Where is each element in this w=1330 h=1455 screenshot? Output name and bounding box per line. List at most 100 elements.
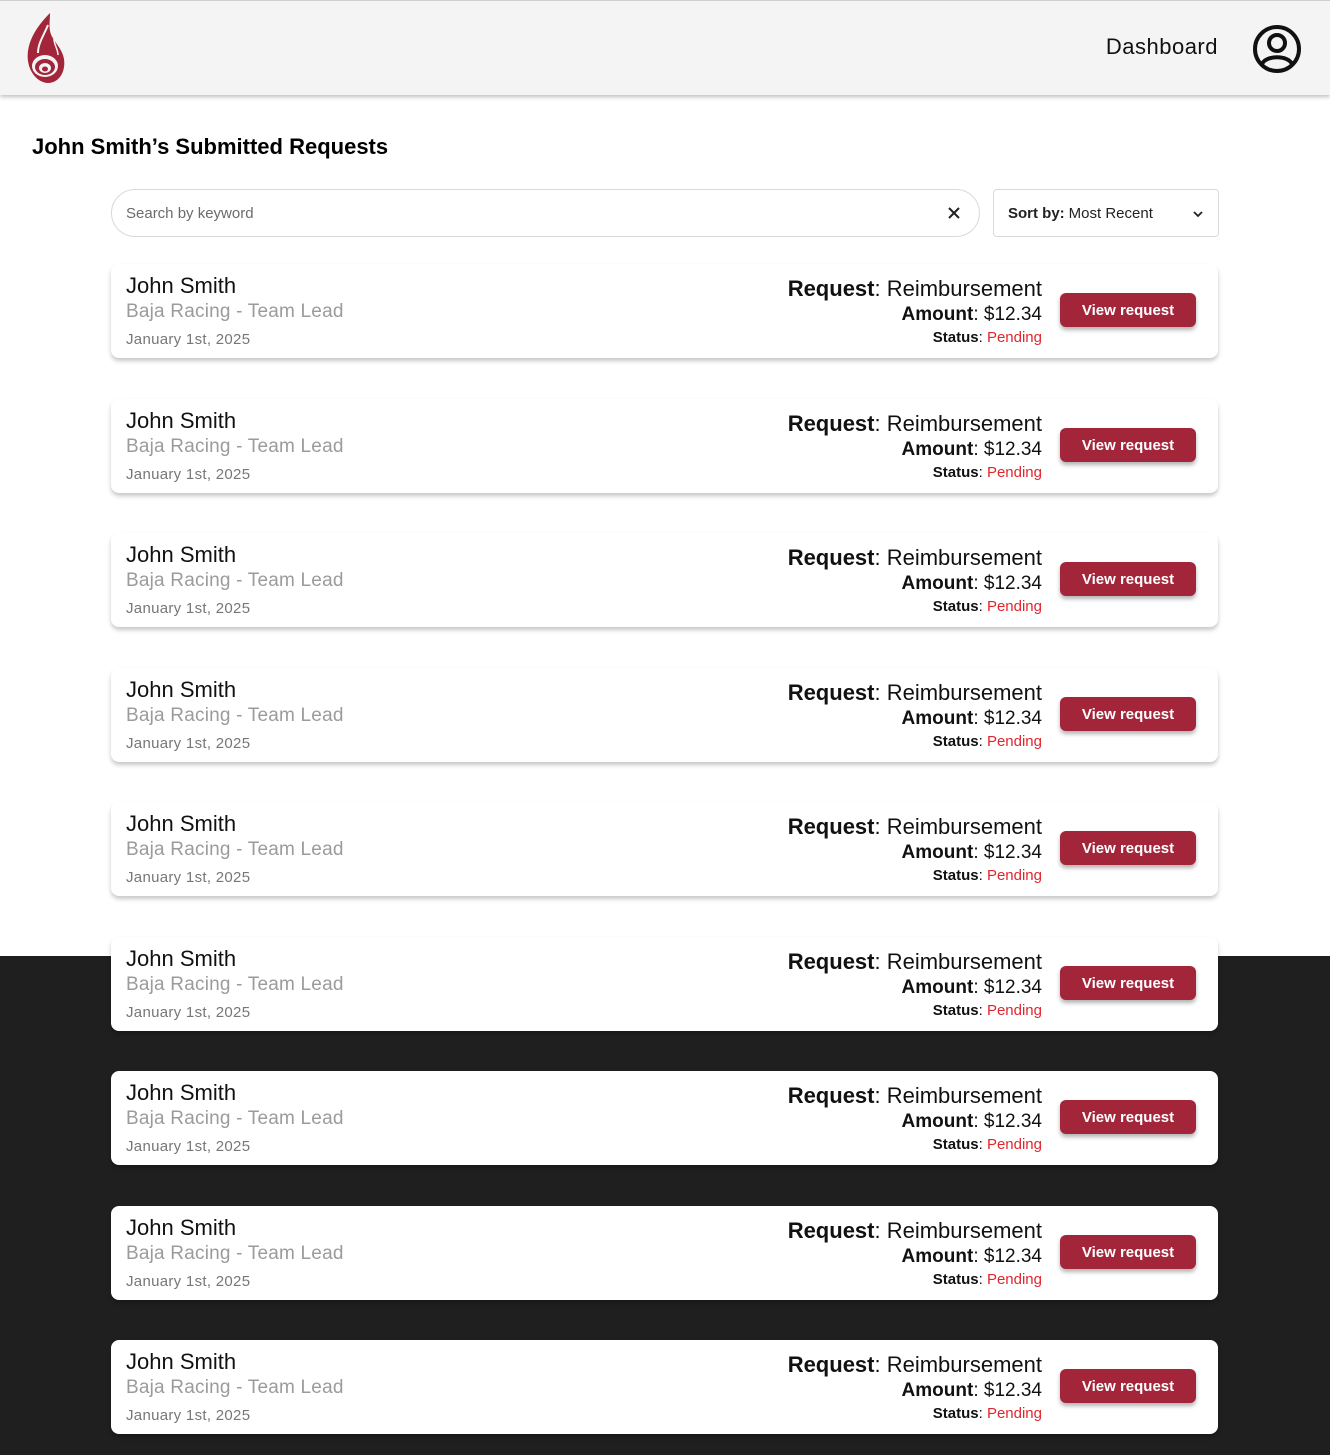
nav-dashboard-link[interactable]: Dashboard <box>1106 34 1218 60</box>
view-request-button[interactable]: View request <box>1060 966 1196 1000</box>
chevron-down-icon <box>1192 205 1204 222</box>
request-amount-line: Amount: $12.34 <box>901 1380 1042 1401</box>
requester-org: Baja Racing - Team Lead <box>126 974 344 995</box>
search-input[interactable] <box>126 204 943 222</box>
request-date: January 1st, 2025 <box>126 1004 251 1021</box>
requester-org: Baja Racing - Team Lead <box>126 570 344 591</box>
request-type-line: Request: Reimbursement <box>787 949 1042 974</box>
requester-name: John Smith <box>126 1215 237 1240</box>
request-status-line: Status: Pending <box>932 867 1042 884</box>
request-amount-line: Amount: $12.34 <box>901 1111 1042 1132</box>
request-amount-line: Amount: $12.34 <box>901 573 1042 594</box>
sort-label: Sort by: <box>1008 204 1065 222</box>
page-title: John Smith’s Submitted Requests <box>32 134 389 159</box>
close-icon[interactable] <box>943 202 965 224</box>
request-card: John Smith Baja Racing - Team Lead Janua… <box>111 1340 1218 1434</box>
requester-name: John Smith <box>126 811 237 836</box>
requester-org: Baja Racing - Team Lead <box>126 436 344 457</box>
request-type-line: Request: Reimbursement <box>787 545 1042 570</box>
request-card: John Smith Baja Racing - Team Lead Janua… <box>111 802 1218 896</box>
request-summary: Request: Reimbursement Amount: $12.34 St… <box>788 544 1042 618</box>
status-badge: Pending <box>986 733 1042 750</box>
request-card: John Smith Baja Racing - Team Lead Janua… <box>111 937 1218 1031</box>
request-card: John Smith Baja Racing - Team Lead Janua… <box>111 264 1218 358</box>
requester-org: Baja Racing - Team Lead <box>126 301 344 322</box>
requester-name: John Smith <box>126 946 237 971</box>
request-date: January 1st, 2025 <box>126 1273 251 1290</box>
requester-name: John Smith <box>126 542 237 567</box>
request-type-line: Request: Reimbursement <box>787 276 1042 301</box>
requester-org: Baja Racing - Team Lead <box>126 839 344 860</box>
request-date: January 1st, 2025 <box>126 466 251 483</box>
request-amount-line: Amount: $12.34 <box>901 708 1042 729</box>
sort-value: Most Recent <box>1068 204 1153 222</box>
request-status-line: Status: Pending <box>932 1405 1042 1422</box>
request-date: January 1st, 2025 <box>126 331 251 348</box>
request-date: January 1st, 2025 <box>126 735 251 752</box>
request-amount-line: Amount: $12.34 <box>901 842 1042 863</box>
request-amount-line: Amount: $12.34 <box>901 439 1042 460</box>
view-request-button[interactable]: View request <box>1060 1235 1196 1269</box>
request-status-line: Status: Pending <box>932 1002 1042 1019</box>
request-type-line: Request: Reimbursement <box>787 1352 1042 1377</box>
request-summary: Request: Reimbursement Amount: $12.34 St… <box>788 275 1042 349</box>
request-card: John Smith Baja Racing - Team Lead Janua… <box>111 399 1218 493</box>
flame-logo-icon[interactable] <box>24 11 68 85</box>
request-type-line: Request: Reimbursement <box>787 1083 1042 1108</box>
request-summary: Request: Reimbursement Amount: $12.34 St… <box>788 1082 1042 1156</box>
requester-name: John Smith <box>126 408 237 433</box>
view-request-button[interactable]: View request <box>1060 831 1196 865</box>
status-badge: Pending <box>986 1136 1042 1153</box>
status-badge: Pending <box>986 867 1042 884</box>
sort-dropdown[interactable]: Sort by: Most Recent <box>993 189 1219 237</box>
requester-org: Baja Racing - Team Lead <box>126 1377 344 1398</box>
request-status-line: Status: Pending <box>932 1271 1042 1288</box>
request-status-line: Status: Pending <box>932 329 1042 346</box>
request-summary: Request: Reimbursement Amount: $12.34 St… <box>788 410 1042 484</box>
request-type-line: Request: Reimbursement <box>787 1218 1042 1243</box>
request-summary: Request: Reimbursement Amount: $12.34 St… <box>788 679 1042 753</box>
request-status-line: Status: Pending <box>932 1136 1042 1153</box>
user-circle-icon[interactable] <box>1252 24 1302 74</box>
request-summary: Request: Reimbursement Amount: $12.34 St… <box>788 948 1042 1022</box>
view-request-button[interactable]: View request <box>1060 562 1196 596</box>
status-badge: Pending <box>986 329 1042 346</box>
requester-org: Baja Racing - Team Lead <box>126 705 344 726</box>
requester-name: John Smith <box>126 273 237 298</box>
request-card: John Smith Baja Racing - Team Lead Janua… <box>111 533 1218 627</box>
search-bar <box>111 189 980 237</box>
status-badge: Pending <box>986 1271 1042 1288</box>
request-type-line: Request: Reimbursement <box>787 814 1042 839</box>
request-summary: Request: Reimbursement Amount: $12.34 St… <box>788 1351 1042 1425</box>
requester-org: Baja Racing - Team Lead <box>126 1108 344 1129</box>
request-amount-line: Amount: $12.34 <box>901 977 1042 998</box>
status-badge: Pending <box>986 464 1042 481</box>
requester-name: John Smith <box>126 1080 237 1105</box>
request-card: John Smith Baja Racing - Team Lead Janua… <box>111 1071 1218 1165</box>
requester-name: John Smith <box>126 677 237 702</box>
request-summary: Request: Reimbursement Amount: $12.34 St… <box>788 813 1042 887</box>
requester-name: John Smith <box>126 1349 237 1374</box>
requester-org: Baja Racing - Team Lead <box>126 1243 344 1264</box>
request-status-line: Status: Pending <box>932 733 1042 750</box>
status-badge: Pending <box>986 1002 1042 1019</box>
status-badge: Pending <box>986 1405 1042 1422</box>
view-request-button[interactable]: View request <box>1060 428 1196 462</box>
request-amount-line: Amount: $12.34 <box>901 1246 1042 1267</box>
status-badge: Pending <box>986 598 1042 615</box>
view-request-button[interactable]: View request <box>1060 293 1196 327</box>
view-request-button[interactable]: View request <box>1060 1369 1196 1403</box>
view-request-button[interactable]: View request <box>1060 697 1196 731</box>
request-type-line: Request: Reimbursement <box>787 680 1042 705</box>
request-card: John Smith Baja Racing - Team Lead Janua… <box>111 1206 1218 1300</box>
request-date: January 1st, 2025 <box>126 600 251 617</box>
request-status-line: Status: Pending <box>932 598 1042 615</box>
request-summary: Request: Reimbursement Amount: $12.34 St… <box>788 1217 1042 1291</box>
request-type-line: Request: Reimbursement <box>787 411 1042 436</box>
request-date: January 1st, 2025 <box>126 869 251 886</box>
request-date: January 1st, 2025 <box>126 1407 251 1424</box>
request-amount-line: Amount: $12.34 <box>901 304 1042 325</box>
request-status-line: Status: Pending <box>932 464 1042 481</box>
request-card: John Smith Baja Racing - Team Lead Janua… <box>111 668 1218 762</box>
view-request-button[interactable]: View request <box>1060 1100 1196 1134</box>
